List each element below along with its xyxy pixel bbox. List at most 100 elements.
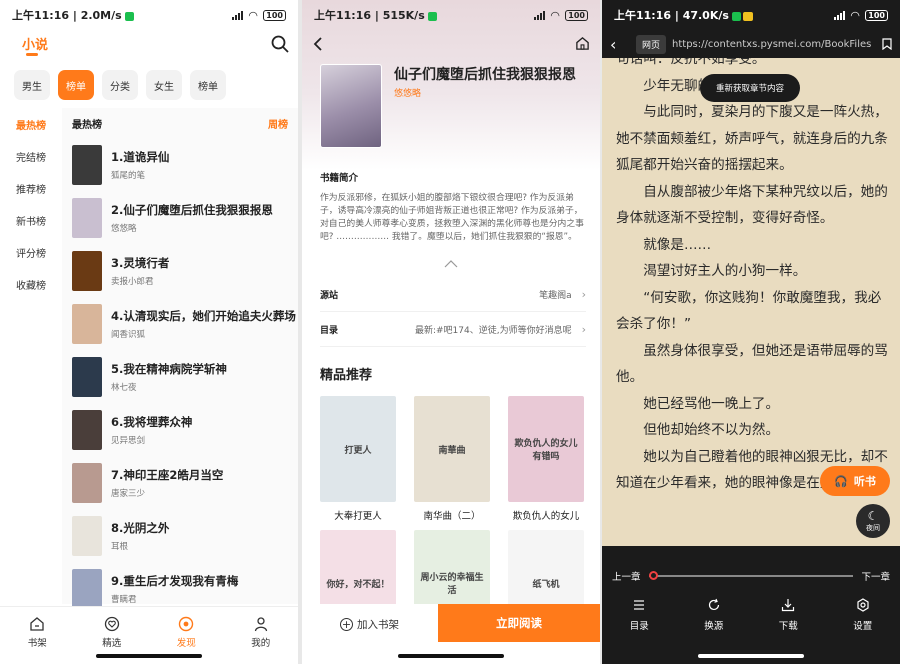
sidebar-item-rating[interactable]: 评分榜	[0, 236, 60, 268]
sidebar-item-favorites[interactable]: 收藏榜	[0, 268, 60, 300]
refetch-chapter-toast[interactable]: 重新获取章节内容	[700, 74, 800, 102]
category-classify[interactable]: 分类	[102, 70, 138, 100]
wifi-icon: ◠	[550, 8, 560, 22]
download-button[interactable]: 下载	[751, 598, 826, 632]
ranking-list: 最热榜 周榜 1.道诡异仙 狐尾的笔 2.仙子们魔堕后抓住我狠狠报恩 悠悠略 3.灵境行…	[62, 108, 298, 609]
app-header: 小说	[0, 32, 298, 58]
chevron-up-icon[interactable]	[444, 260, 458, 268]
book-title: 仙子们魔堕后抓住我狠狠报恩	[394, 67, 576, 83]
book-title: 3.灵境行者	[111, 255, 170, 270]
toc-button[interactable]: 目录	[602, 598, 677, 632]
home-icon[interactable]	[575, 36, 590, 51]
recommended-book[interactable]: 欺负仇人的女儿有错吗欺负仇人的女儿	[508, 396, 584, 522]
book-author: 狐尾的笔	[111, 170, 146, 181]
book-author: 卖报小郎君	[111, 276, 154, 287]
book-title: 4.认清现实后，她们开始追夫火葬场	[111, 308, 296, 323]
toc-label: 目录	[320, 326, 339, 336]
book-info: 9.重生后才发现我有青梅 曹瞒君	[111, 573, 298, 605]
listen-button[interactable]: 🎧 听书	[820, 466, 890, 496]
book-list: 1.道诡异仙 狐尾的笔 2.仙子们魔堕后抓住我狠狠报恩 悠悠略 3.灵境行者 卖报小郎君 4…	[62, 138, 298, 615]
recommended-book[interactable]: 打更人 大奉打更人	[320, 396, 396, 522]
period-toggle[interactable]: 周榜	[268, 116, 288, 131]
book-list-item[interactable]: 7.神印王座2皓月当空 唐家三少	[62, 456, 298, 509]
book-cover	[72, 250, 102, 291]
prev-chapter-button[interactable]: 上一章	[612, 569, 641, 583]
progress-track[interactable]	[648, 571, 854, 581]
book-list-item[interactable]: 1.道诡异仙 狐尾的笔	[62, 138, 298, 191]
recommended-book[interactable]: 南華曲 南华曲（二）	[414, 396, 490, 522]
reader-paragraph: “何安歌，你这贱狗！你敢魔堕我，我必会杀了你！”	[616, 289, 882, 333]
tab-bookshelf[interactable]: 书架	[0, 607, 75, 664]
status-time: 上午11:16 | 515K/s	[314, 7, 534, 23]
reader-paragraph: 渴望讨好主人的小狗一样。	[643, 263, 807, 279]
tab-mine[interactable]: 我的	[224, 607, 299, 664]
book-cover	[72, 197, 102, 238]
book-info: 1.道诡异仙 狐尾的笔	[111, 149, 298, 181]
category-male[interactable]: 男生	[14, 70, 50, 100]
source-row[interactable]: 源站 笔趣阁a ›	[320, 278, 586, 312]
switch-source-button[interactable]: 换源	[677, 598, 752, 632]
book-list-item[interactable]: 8.光阴之外耳根	[62, 509, 298, 562]
reader-paragraph: 虽然身体很享受，但她还是语带屈辱的骂他。	[616, 342, 888, 386]
reader-paragraph: 但他却始终不以为然。	[643, 422, 780, 438]
detail-nav	[312, 34, 590, 54]
tab-label: 发现	[176, 638, 196, 649]
toc-row[interactable]: 目录 最新:#吧174、逆徒,为师等你好消息呢 ›	[320, 313, 586, 347]
plus-icon: +	[340, 618, 353, 631]
add-to-shelf-button[interactable]: + 加入书架	[340, 617, 399, 632]
category-female[interactable]: 女生	[146, 70, 182, 100]
sidebar-item-new[interactable]: 新书榜	[0, 204, 60, 236]
search-icon[interactable]	[270, 34, 290, 54]
back-icon[interactable]	[312, 36, 324, 52]
book-info: 6.我将埋葬众神 见异思剑	[111, 414, 298, 446]
sidebar-item-recommended[interactable]: 推荐榜	[0, 172, 60, 204]
source-value: 笔趣阁a	[539, 291, 572, 301]
back-icon[interactable]: ‹	[610, 35, 636, 54]
book-author[interactable]: 悠悠略	[394, 86, 421, 99]
tool-label: 目录	[629, 621, 649, 632]
add-shelf-label: 加入书架	[357, 619, 399, 631]
book-title: 8.光阴之外	[111, 520, 170, 535]
book-cover	[320, 64, 382, 148]
book-list-item[interactable]: 3.灵境行者卖报小郎君	[62, 244, 298, 297]
listen-label: 听书	[853, 475, 876, 488]
reader-paragraph: 就像是……	[643, 236, 712, 253]
book-author: 耳根	[111, 541, 129, 552]
home-indicator	[96, 654, 202, 658]
book-cover	[72, 409, 102, 450]
category-ranking[interactable]: 榜单	[58, 70, 94, 100]
book-name: 大奉打更人	[334, 511, 382, 522]
recommendations-grid: 打更人 大奉打更人 南華曲 南华曲（二） 欺负仇人的女儿有错吗 欺负仇人的女儿 你好，对不起…	[320, 396, 584, 636]
category-ranking-2[interactable]: 榜单	[190, 70, 226, 100]
list-icon	[634, 600, 645, 610]
book-cover	[72, 356, 102, 397]
book-cover: 欺负仇人的女儿有错吗	[508, 396, 584, 502]
book-list-item[interactable]: 2.仙子们魔堕后抓住我狠狠报恩 悠悠略	[62, 191, 298, 244]
book-cover	[72, 144, 102, 185]
book-cover	[72, 303, 102, 344]
tab-label: 我的	[251, 638, 271, 649]
next-chapter-button[interactable]: 下一章	[861, 569, 890, 583]
progress-knob[interactable]	[648, 571, 658, 581]
novel-ranking-screen: 上午11:16 | 2.0M/s ◠ 100 小说 男生 榜单 分类 女生 榜单…	[0, 0, 298, 664]
reader-screen: 上午11:16 | 47.0K/s ◠ 100 ‹ 网页 https://con…	[602, 0, 900, 664]
settings-button[interactable]: 设置	[826, 598, 900, 632]
bookmark-icon[interactable]	[882, 38, 892, 50]
book-name: 欺负仇人的女儿	[512, 511, 580, 522]
source-url[interactable]: https://contentxs.pysmei.com/BookFiles	[672, 39, 874, 50]
book-author: 悠悠略	[111, 223, 137, 234]
read-now-button[interactable]: 立即阅读	[438, 604, 600, 642]
sidebar-item-finished[interactable]: 完结榜	[0, 140, 60, 172]
heart-icon	[104, 616, 119, 632]
book-cover: 南華曲	[414, 396, 490, 502]
night-mode-button[interactable]: ☾ 夜间	[856, 504, 890, 538]
book-intro: 作为反派邪修，在狐妖小姐的腹部烙下银纹很合理吧? 作为反派弟子，诱导高冷漂亮的仙…	[320, 193, 584, 242]
tab-label: 精选	[102, 638, 122, 649]
user-icon	[254, 617, 267, 632]
book-list-item[interactable]: 4.认清现实后，她们开始追夫火葬场 闻香识狐	[62, 297, 298, 350]
book-list-item[interactable]: 6.我将埋葬众神 见异思剑	[62, 403, 298, 456]
book-list-item[interactable]: 5.我在精神病院学斩神 林七夜	[62, 350, 298, 403]
web-chip[interactable]: 网页	[636, 34, 667, 54]
headphones-icon: 🎧	[834, 474, 848, 488]
sidebar-item-hottest[interactable]: 最热榜	[0, 108, 60, 140]
